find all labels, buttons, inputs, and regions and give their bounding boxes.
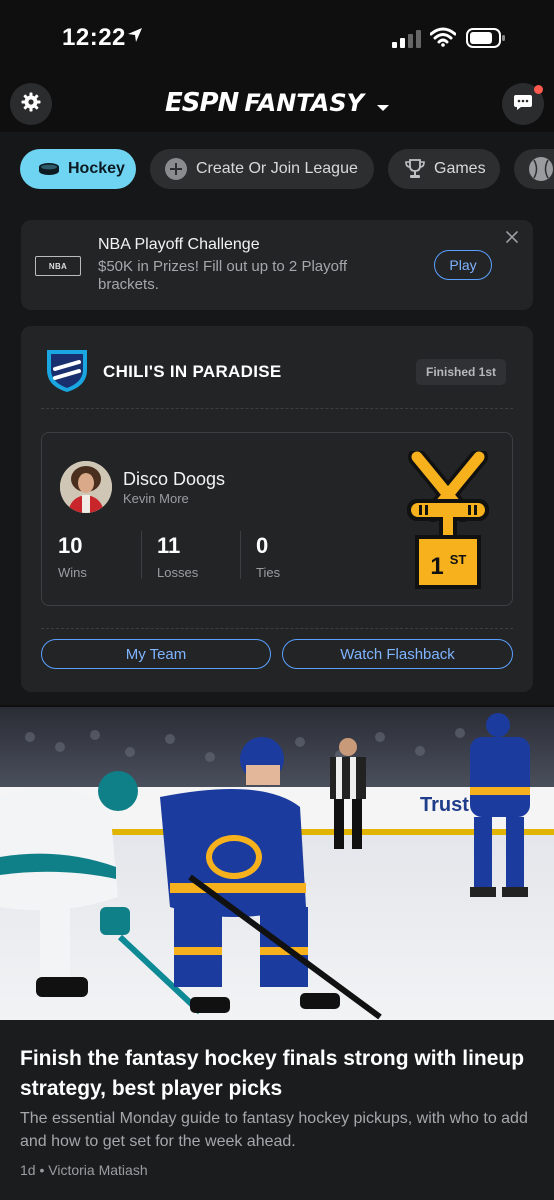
nba-playoff-challenge-logo: NBA bbox=[35, 256, 81, 276]
my-team-button[interactable]: My Team bbox=[41, 639, 271, 669]
gear-icon bbox=[21, 92, 41, 117]
plus-circle-icon bbox=[164, 157, 188, 181]
close-icon[interactable] bbox=[505, 230, 519, 249]
place-suffix: ST bbox=[450, 552, 467, 567]
espn-fantasy-logo[interactable]: ESPN FANTASY bbox=[165, 88, 364, 118]
team-owner: Kevin More bbox=[123, 491, 189, 506]
divider bbox=[240, 531, 241, 579]
article-summary: The essential Monday guide to fantasy ho… bbox=[20, 1110, 528, 1150]
nba-playoff-promo-card[interactable]: NBA NBA Playoff Challenge $50K in Prizes… bbox=[21, 220, 533, 310]
divider bbox=[141, 531, 142, 579]
notification-dot bbox=[534, 85, 543, 94]
status-time: 12:22 bbox=[62, 24, 126, 51]
location-arrow-icon bbox=[126, 26, 144, 49]
wifi-icon bbox=[429, 27, 457, 52]
chip-baseball[interactable] bbox=[514, 149, 554, 189]
promo-description: $50K in Prizes! Fill out up to 2 Playoff… bbox=[98, 258, 348, 293]
chip-label: Hockey bbox=[68, 160, 125, 177]
article-card[interactable]: Finish the fantasy hockey finals strong … bbox=[0, 1020, 554, 1200]
battery-icon bbox=[466, 27, 506, 54]
trophy-icon bbox=[404, 158, 426, 180]
puck-icon bbox=[38, 162, 60, 176]
place-number: 1 bbox=[430, 553, 443, 580]
settings-button[interactable] bbox=[10, 83, 52, 125]
divider bbox=[41, 408, 513, 409]
hockey-league-shield-icon bbox=[43, 348, 91, 399]
team-summary[interactable]: Disco Doogs Kevin More 10 Wins 11 Losses… bbox=[41, 432, 513, 606]
watch-flashback-button[interactable]: Watch Flashback bbox=[282, 639, 513, 669]
baseball-icon bbox=[528, 156, 554, 182]
status-bar: 12:22 bbox=[0, 0, 554, 78]
stat-losses: 11 Losses bbox=[157, 533, 247, 580]
chevron-down-icon[interactable] bbox=[376, 100, 390, 118]
first-place-trophy-icon: 1 ST bbox=[403, 448, 493, 596]
stat-label: Losses bbox=[157, 565, 199, 580]
chip-label: Create Or Join League bbox=[196, 160, 358, 177]
logo-fantasy-text: FANTASY bbox=[244, 89, 365, 117]
chip-create-join-league[interactable]: Create Or Join League bbox=[150, 149, 374, 189]
article-meta: 1d • Victoria Matiash bbox=[20, 1162, 148, 1178]
article-headline[interactable]: Finish the fantasy hockey finals strong … bbox=[20, 1044, 540, 1104]
avatar bbox=[60, 461, 112, 513]
team-name: Disco Doogs bbox=[123, 469, 226, 489]
play-button[interactable]: Play bbox=[434, 250, 492, 280]
chip-games[interactable]: Games bbox=[388, 149, 500, 189]
board-ad-text: Trust bbox=[420, 794, 469, 816]
article-photo[interactable]: Trust bbox=[0, 707, 554, 1020]
stat-label: Ties bbox=[256, 565, 281, 580]
chip-label: Games bbox=[434, 160, 486, 177]
stat-ties: 0 Ties bbox=[256, 533, 346, 580]
article-age: 1d bbox=[20, 1162, 36, 1178]
chat-bubble-icon bbox=[513, 92, 533, 117]
meta-separator: • bbox=[39, 1162, 49, 1178]
stat-value: 10 bbox=[58, 533, 83, 558]
stat-value: 0 bbox=[256, 533, 269, 558]
stat-value: 11 bbox=[157, 533, 181, 558]
promo-title: NBA Playoff Challenge bbox=[98, 236, 260, 253]
league-name: CHILI'S IN PARADISE bbox=[103, 362, 282, 381]
logo-espn-text: ESPN bbox=[165, 88, 239, 118]
messages-button[interactable] bbox=[502, 83, 544, 125]
stat-wins: 10 Wins bbox=[58, 533, 148, 580]
chip-hockey[interactable]: Hockey bbox=[20, 149, 136, 189]
divider bbox=[41, 628, 513, 629]
finish-badge: Finished 1st bbox=[416, 359, 507, 385]
app-header: ESPN FANTASY bbox=[0, 78, 554, 132]
league-card[interactable]: CHILI'S IN PARADISE Finished 1st Disco D… bbox=[21, 326, 533, 692]
article-author: Victoria Matiash bbox=[48, 1162, 148, 1178]
stat-label: Wins bbox=[58, 565, 87, 580]
cellular-signal-icon bbox=[392, 30, 422, 53]
sport-chips: Hockey Create Or Join League Games bbox=[20, 149, 554, 189]
nba-logo-text: NBA bbox=[48, 261, 68, 271]
